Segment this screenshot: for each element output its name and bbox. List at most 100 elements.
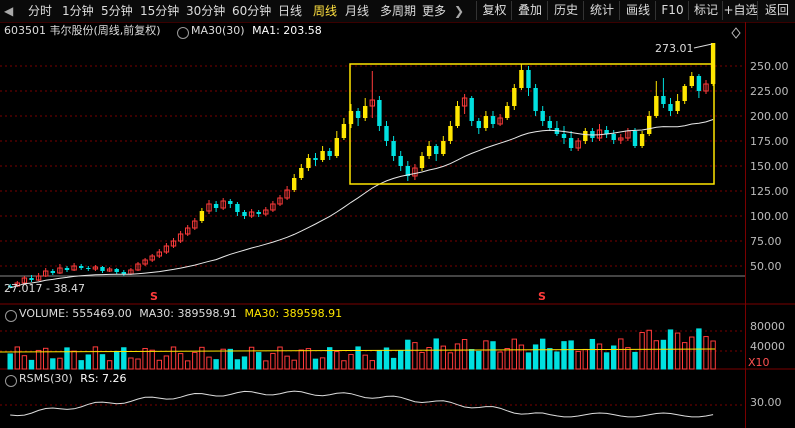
volume-bar (14, 346, 21, 370)
volume-ma-b: MA30: 389598.91 (244, 307, 343, 320)
candle-body (561, 134, 567, 138)
candle-body (647, 116, 652, 134)
volume-bar (177, 353, 184, 370)
candle-body (299, 168, 304, 178)
price-tick: 150.00 (750, 160, 789, 173)
volume-bar (561, 341, 567, 370)
volume-bar (532, 344, 539, 370)
candle-body (696, 76, 702, 91)
volume-bar (369, 360, 376, 370)
volume-bar (220, 348, 226, 370)
candle-body (455, 106, 460, 126)
volume-bar (596, 343, 603, 370)
volume-bar (92, 346, 99, 370)
volume-bar (575, 350, 581, 370)
candle-body (483, 116, 489, 128)
volume-bar (334, 351, 340, 370)
volume-bar (554, 351, 560, 370)
volume-bar (128, 357, 134, 370)
low-price-label: 27.017 - 38.47 (4, 282, 85, 295)
volume-bar (213, 359, 219, 370)
rsms-setting: RSMS(30) (19, 372, 73, 385)
volume-bar (121, 347, 127, 370)
dropdown-icon[interactable] (5, 375, 17, 387)
candle-body (583, 131, 588, 141)
volume-bar (99, 354, 106, 370)
candle-body (86, 268, 91, 269)
candle-body (654, 96, 659, 116)
high-price-pointer (693, 43, 713, 49)
volume-bar (21, 355, 28, 370)
candle-body (235, 204, 240, 212)
volume-bar (454, 343, 461, 370)
volume-bar (653, 340, 659, 370)
price-tick: 175.00 (750, 135, 789, 148)
candle-body (448, 126, 453, 141)
volume-bar (35, 349, 42, 370)
dropdown-icon[interactable] (5, 310, 17, 322)
volume-bar (419, 351, 425, 370)
volume-bar (78, 360, 84, 370)
volume-bar (149, 349, 155, 370)
candle-body (292, 178, 297, 190)
price-tick: 225.00 (750, 85, 789, 98)
volume-bar (632, 351, 638, 370)
volume-info: VOLUME: 555469.00 MA30: 389598.91 MA30: … (19, 307, 342, 320)
price-axis: 250.00 225.00 200.00 175.00 150.00 125.00 100.… (745, 22, 795, 428)
candle-body (377, 100, 382, 126)
candle-body (426, 146, 432, 156)
volume-bar (504, 347, 510, 370)
volume-bar (135, 358, 141, 370)
candle-body (526, 70, 531, 88)
volume-bar (390, 357, 397, 370)
rsms-info: RSMS(30) RS: 7.26 (19, 372, 127, 385)
candle-body (384, 126, 389, 141)
candle-body (434, 146, 439, 154)
price-tick: 50.00 (750, 260, 782, 273)
kline-chart[interactable] (0, 0, 795, 428)
candle-body (228, 201, 233, 204)
candle-body (100, 267, 105, 271)
price-tick: 75.00 (750, 235, 782, 248)
volume-bar (689, 336, 695, 370)
volume-bar (469, 349, 475, 370)
volume-bar (64, 347, 70, 370)
candle-body (632, 131, 638, 146)
candle-body (327, 151, 332, 156)
volume-bar (568, 340, 574, 370)
candle-body (341, 124, 347, 138)
volume-bar (412, 342, 418, 370)
volume-bar (106, 360, 113, 370)
volume-bar (348, 353, 354, 370)
candle-body (682, 86, 687, 101)
volume-bar (362, 354, 368, 370)
diamond-icon (731, 27, 741, 39)
volume-tick: 80000 (750, 320, 785, 333)
volume-bar (170, 346, 177, 370)
volume-bar (398, 350, 404, 370)
volume-bar (312, 358, 319, 370)
candle-body (519, 70, 524, 88)
volume-bar (461, 338, 468, 370)
candle-body (391, 141, 396, 156)
volume-bar (57, 357, 63, 370)
volume-bar (28, 359, 35, 370)
volume-bar (163, 355, 170, 370)
candle-body (668, 104, 673, 111)
volume-bar (405, 339, 411, 370)
candle-body (306, 158, 311, 168)
volume-bar (234, 359, 241, 370)
split-marker[interactable]: S (150, 290, 158, 303)
volume-bar (525, 352, 532, 370)
candle-body (533, 88, 538, 111)
candle-body (490, 116, 496, 124)
volume-bar (603, 352, 610, 370)
volume-bar (383, 347, 390, 370)
volume-bar (206, 356, 212, 370)
volume-bar (291, 359, 297, 370)
price-tick: 200.00 (750, 110, 789, 123)
split-marker[interactable]: S (538, 290, 546, 303)
volume-bar (341, 360, 347, 370)
candle-body (114, 269, 119, 272)
candle-body (469, 98, 474, 121)
